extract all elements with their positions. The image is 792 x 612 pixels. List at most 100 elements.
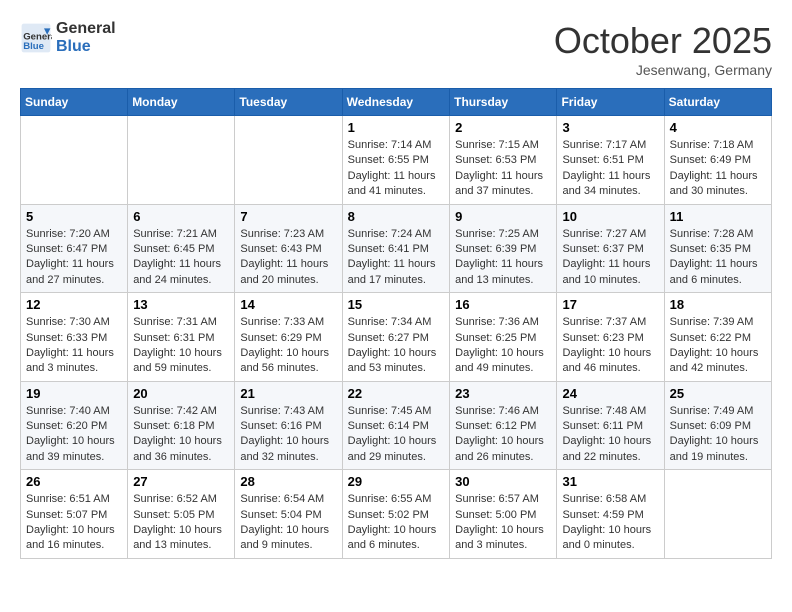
day-number: 20 bbox=[133, 386, 229, 401]
calendar-cell: 29 Sunrise: 6:55 AMSunset: 5:02 PMDayligh… bbox=[342, 470, 450, 559]
calendar-cell: 22 Sunrise: 7:45 AMSunset: 6:14 PMDayligh… bbox=[342, 381, 450, 470]
day-number: 11 bbox=[670, 209, 766, 224]
day-number: 30 bbox=[455, 474, 551, 489]
calendar-cell: 1Sunrise: 7:14 AMSunset: 6:55 PMDaylight… bbox=[342, 116, 450, 205]
day-info: Sunrise: 7:23 AMSunset: 6:43 PMDaylight:… bbox=[240, 227, 336, 289]
day-info: Sunrise: 6:57 AMSunset: 5:00 PMDaylight:… bbox=[455, 492, 551, 554]
day-info: Sunrise: 6:51 AMSunset: 5:07 PMDaylight:… bbox=[26, 492, 122, 554]
day-number: 22 bbox=[348, 386, 445, 401]
day-number: 7 bbox=[240, 209, 336, 224]
calendar-cell bbox=[128, 116, 235, 205]
calendar: SundayMondayTuesdayWednesdayThursdayFrid… bbox=[20, 88, 772, 559]
day-info: Sunrise: 7:39 AMSunset: 6:22 PMDaylight:… bbox=[670, 315, 766, 377]
day-info: Sunrise: 7:31 AMSunset: 6:31 PMDaylight:… bbox=[133, 315, 229, 377]
calendar-cell: 28 Sunrise: 6:54 AMSunset: 5:04 PMDayligh… bbox=[235, 470, 342, 559]
weekday-header-tuesday: Tuesday bbox=[235, 89, 342, 116]
day-number: 9 bbox=[455, 209, 551, 224]
calendar-cell: 19 Sunrise: 7:40 AMSunset: 6:20 PMDayligh… bbox=[21, 381, 128, 470]
calendar-cell: 12 Sunrise: 7:30 AMSunset: 6:33 PMDayligh… bbox=[21, 293, 128, 382]
calendar-cell: 25 Sunrise: 7:49 AMSunset: 6:09 PMDayligh… bbox=[664, 381, 771, 470]
day-number: 14 bbox=[240, 297, 336, 312]
month-title: October 2025 bbox=[554, 20, 772, 62]
calendar-cell: 8Sunrise: 7:24 AMSunset: 6:41 PMDaylight… bbox=[342, 204, 450, 293]
weekday-header-wednesday: Wednesday bbox=[342, 89, 450, 116]
calendar-header: SundayMondayTuesdayWednesdayThursdayFrid… bbox=[21, 89, 772, 116]
day-number: 15 bbox=[348, 297, 445, 312]
calendar-cell: 20 Sunrise: 7:42 AMSunset: 6:18 PMDayligh… bbox=[128, 381, 235, 470]
day-number: 31 bbox=[562, 474, 658, 489]
calendar-cell: 18 Sunrise: 7:39 AMSunset: 6:22 PMDayligh… bbox=[664, 293, 771, 382]
day-info: Sunrise: 7:21 AMSunset: 6:45 PMDaylight:… bbox=[133, 227, 229, 289]
day-info: Sunrise: 7:25 AMSunset: 6:39 PMDaylight:… bbox=[455, 227, 551, 289]
day-number: 19 bbox=[26, 386, 122, 401]
calendar-cell: 4 Sunrise: 7:18 AMSunset: 6:49 PMDaylight… bbox=[664, 116, 771, 205]
calendar-cell: 21Sunrise: 7:43 AMSunset: 6:16 PMDayligh… bbox=[235, 381, 342, 470]
calendar-cell bbox=[235, 116, 342, 205]
day-info: Sunrise: 7:42 AMSunset: 6:18 PMDaylight:… bbox=[133, 404, 229, 466]
location: Jesenwang, Germany bbox=[554, 62, 772, 78]
weekday-header-monday: Monday bbox=[128, 89, 235, 116]
day-number: 12 bbox=[26, 297, 122, 312]
day-info: Sunrise: 7:17 AMSunset: 6:51 PMDaylight:… bbox=[562, 138, 658, 200]
calendar-cell: 26 Sunrise: 6:51 AMSunset: 5:07 PMDayligh… bbox=[21, 470, 128, 559]
day-info: Sunrise: 7:48 AMSunset: 6:11 PMDaylight:… bbox=[562, 404, 658, 466]
calendar-cell bbox=[664, 470, 771, 559]
day-info: Sunrise: 7:37 AMSunset: 6:23 PMDaylight:… bbox=[562, 315, 658, 377]
calendar-cell: 3 Sunrise: 7:17 AMSunset: 6:51 PMDaylight… bbox=[557, 116, 664, 205]
day-info: Sunrise: 7:30 AMSunset: 6:33 PMDaylight:… bbox=[26, 315, 122, 377]
day-number: 3 bbox=[562, 120, 658, 135]
logo-text-blue: Blue bbox=[56, 38, 116, 56]
day-info: Sunrise: 7:45 AMSunset: 6:14 PMDaylight:… bbox=[348, 404, 445, 466]
day-number: 16 bbox=[455, 297, 551, 312]
day-number: 23 bbox=[455, 386, 551, 401]
day-info: Sunrise: 7:15 AMSunset: 6:53 PMDaylight:… bbox=[455, 138, 551, 200]
calendar-cell: 17 Sunrise: 7:37 AMSunset: 6:23 PMDayligh… bbox=[557, 293, 664, 382]
day-number: 10 bbox=[562, 209, 658, 224]
day-info: Sunrise: 7:43 AMSunset: 6:16 PMDaylight:… bbox=[240, 404, 336, 466]
day-number: 17 bbox=[562, 297, 658, 312]
weekday-header-friday: Friday bbox=[557, 89, 664, 116]
day-info: Sunrise: 7:33 AMSunset: 6:29 PMDaylight:… bbox=[240, 315, 336, 377]
day-info: Sunrise: 7:34 AMSunset: 6:27 PMDaylight:… bbox=[348, 315, 445, 377]
day-info: Sunrise: 7:14 AMSunset: 6:55 PMDaylight:… bbox=[348, 138, 445, 200]
day-info: Sunrise: 7:20 AMSunset: 6:47 PMDaylight:… bbox=[26, 227, 122, 289]
page-header: General Blue General Blue October 2025 J… bbox=[20, 20, 772, 78]
day-number: 18 bbox=[670, 297, 766, 312]
calendar-cell: 2Sunrise: 7:15 AMSunset: 6:53 PMDaylight… bbox=[450, 116, 557, 205]
calendar-cell: 9 Sunrise: 7:25 AMSunset: 6:39 PMDaylight… bbox=[450, 204, 557, 293]
calendar-cell: 16Sunrise: 7:36 AMSunset: 6:25 PMDayligh… bbox=[450, 293, 557, 382]
day-info: Sunrise: 7:27 AMSunset: 6:37 PMDaylight:… bbox=[562, 227, 658, 289]
day-number: 13 bbox=[133, 297, 229, 312]
day-info: Sunrise: 7:49 AMSunset: 6:09 PMDaylight:… bbox=[670, 404, 766, 466]
logo-text-general: General bbox=[56, 20, 116, 38]
day-info: Sunrise: 7:46 AMSunset: 6:12 PMDaylight:… bbox=[455, 404, 551, 466]
day-number: 4 bbox=[670, 120, 766, 135]
svg-text:Blue: Blue bbox=[23, 41, 44, 52]
calendar-cell: 31 Sunrise: 6:58 AMSunset: 4:59 PMDayligh… bbox=[557, 470, 664, 559]
calendar-cell: 5Sunrise: 7:20 AMSunset: 6:47 PMDaylight… bbox=[21, 204, 128, 293]
day-info: Sunrise: 7:18 AMSunset: 6:49 PMDaylight:… bbox=[670, 138, 766, 200]
calendar-week-1: 1Sunrise: 7:14 AMSunset: 6:55 PMDaylight… bbox=[21, 116, 772, 205]
day-number: 29 bbox=[348, 474, 445, 489]
day-number: 24 bbox=[562, 386, 658, 401]
calendar-cell: 13 Sunrise: 7:31 AMSunset: 6:31 PMDayligh… bbox=[128, 293, 235, 382]
day-number: 28 bbox=[240, 474, 336, 489]
calendar-cell: 7 Sunrise: 7:23 AMSunset: 6:43 PMDaylight… bbox=[235, 204, 342, 293]
calendar-week-5: 26 Sunrise: 6:51 AMSunset: 5:07 PMDayligh… bbox=[21, 470, 772, 559]
title-block: October 2025 Jesenwang, Germany bbox=[554, 20, 772, 78]
day-info: Sunrise: 6:58 AMSunset: 4:59 PMDaylight:… bbox=[562, 492, 658, 554]
day-number: 25 bbox=[670, 386, 766, 401]
day-info: Sunrise: 7:40 AMSunset: 6:20 PMDaylight:… bbox=[26, 404, 122, 466]
day-number: 6 bbox=[133, 209, 229, 224]
weekday-header-saturday: Saturday bbox=[664, 89, 771, 116]
calendar-cell: 24 Sunrise: 7:48 AMSunset: 6:11 PMDayligh… bbox=[557, 381, 664, 470]
day-number: 27 bbox=[133, 474, 229, 489]
calendar-cell bbox=[21, 116, 128, 205]
calendar-cell: 6 Sunrise: 7:21 AMSunset: 6:45 PMDaylight… bbox=[128, 204, 235, 293]
day-info: Sunrise: 6:55 AMSunset: 5:02 PMDaylight:… bbox=[348, 492, 445, 554]
day-info: Sunrise: 6:52 AMSunset: 5:05 PMDaylight:… bbox=[133, 492, 229, 554]
weekday-header-thursday: Thursday bbox=[450, 89, 557, 116]
day-info: Sunrise: 6:54 AMSunset: 5:04 PMDaylight:… bbox=[240, 492, 336, 554]
day-number: 26 bbox=[26, 474, 122, 489]
calendar-cell: 27 Sunrise: 6:52 AMSunset: 5:05 PMDayligh… bbox=[128, 470, 235, 559]
